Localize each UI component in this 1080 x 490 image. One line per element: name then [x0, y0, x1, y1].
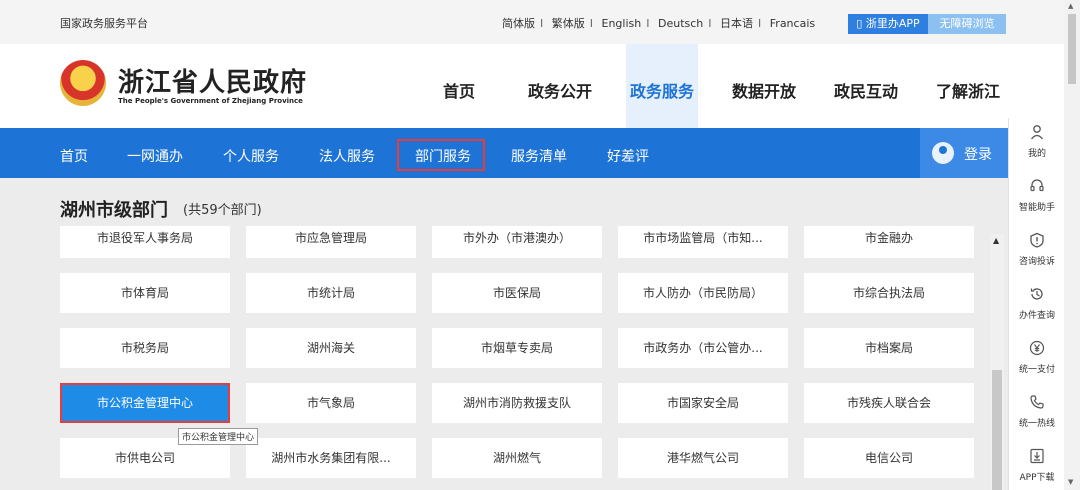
headset-icon	[1009, 178, 1065, 198]
department-cell[interactable]: 市档案局	[804, 328, 974, 368]
login-button[interactable]: 登录	[920, 128, 1008, 178]
sub-nav-home[interactable]: 首页	[60, 146, 88, 166]
lang-french[interactable]: Francais	[770, 17, 815, 30]
lang-simplified[interactable]: 简体版	[502, 17, 535, 30]
page-scrollbar-thumb[interactable]	[1068, 14, 1076, 84]
page-scrollbar[interactable]: ▲ ▼	[1064, 0, 1080, 490]
history-icon	[1009, 286, 1065, 306]
sub-nav-corporate[interactable]: 法人服务	[319, 146, 375, 166]
sub-nav-personal[interactable]: 个人服务	[223, 146, 279, 166]
section-count: (共59个部门)	[183, 203, 262, 218]
main-nav-interaction[interactable]: 政民互动	[834, 78, 898, 102]
table-row: 市退役军人事务局 市应急管理局 市外办（市港澳办） 市市场监管局（市知... 市…	[60, 226, 976, 258]
department-cell[interactable]: 湖州海关	[246, 328, 416, 368]
main-nav-gov-affairs[interactable]: 政务公开	[528, 78, 592, 102]
scroll-up-arrow-icon[interactable]: ▲	[993, 236, 999, 245]
sub-nav-service-list[interactable]: 服务清单	[511, 146, 567, 166]
department-cell[interactable]: 湖州市水务集团有限...	[246, 438, 416, 478]
side-item-mine[interactable]: 我的	[1009, 124, 1065, 159]
department-cell[interactable]: 市市场监管局（市知...	[618, 226, 788, 258]
department-cell[interactable]: 市外办（市港澳办）	[432, 226, 602, 258]
department-cell[interactable]: 电信公司	[804, 438, 974, 478]
app-download-button[interactable]: ▯ 浙里办APP	[848, 14, 928, 34]
login-label: 登录	[964, 147, 992, 163]
table-row: 市公积金管理中心 市气象局 湖州市消防救援支队 市国家安全局 市残疾人联合会	[60, 383, 976, 423]
main-nav-about[interactable]: 了解浙江	[936, 78, 1000, 102]
table-row: 市体育局 市统计局 市医保局 市人防办（市民防局） 市综合执法局	[60, 273, 976, 313]
top-bar: 国家政务服务平台 简体版 I 繁体版 I English I Deutsch I 日本语…	[0, 0, 1064, 44]
department-cell[interactable]: 市国家安全局	[618, 383, 788, 423]
section-title: 湖州市级部门	[60, 200, 168, 221]
department-cell[interactable]: 市综合执法局	[804, 273, 974, 313]
department-cell[interactable]: 市烟草专卖局	[432, 328, 602, 368]
side-item-app-download[interactable]: APP下载	[1009, 448, 1065, 483]
grid-scrollbar-thumb[interactable]	[992, 370, 1002, 490]
department-cell[interactable]: 市金融办	[804, 226, 974, 258]
department-cell[interactable]: 市人防办（市民防局）	[618, 273, 788, 313]
department-cell-selected[interactable]: 市公积金管理中心	[60, 383, 230, 423]
platform-link[interactable]: 国家政务服务平台	[60, 15, 148, 31]
user-icon	[1009, 124, 1065, 144]
page-scroll-down-icon[interactable]: ▼	[1068, 478, 1073, 486]
user-avatar-icon	[932, 142, 954, 164]
department-section: 湖州市级部门 (共59个部门) 市退役军人事务局 市应急管理局 市外办（市港澳办…	[0, 178, 1008, 490]
department-cell[interactable]: 市退役军人事务局	[60, 226, 230, 258]
lang-english[interactable]: English	[602, 17, 642, 30]
yen-icon	[1009, 340, 1065, 360]
lang-traditional[interactable]: 繁体版	[552, 17, 585, 30]
lang-german[interactable]: Deutsch	[658, 17, 703, 30]
page-scroll-up-icon[interactable]: ▲	[1068, 2, 1073, 10]
main-nav-gov-services[interactable]: 政务服务	[630, 78, 694, 102]
department-cell[interactable]: 市体育局	[60, 273, 230, 313]
tooltip: 市公积金管理中心	[178, 428, 259, 445]
side-item-payment[interactable]: 统一支付	[1009, 340, 1065, 375]
department-cell[interactable]: 湖州燃气	[432, 438, 602, 478]
phone-icon	[1009, 394, 1065, 414]
side-item-assistant[interactable]: 智能助手	[1009, 178, 1065, 213]
sub-nav-review[interactable]: 好差评	[607, 146, 649, 166]
department-cell[interactable]: 港华燃气公司	[618, 438, 788, 478]
main-nav-home[interactable]: 首页	[443, 78, 475, 102]
lang-japanese[interactable]: 日本语	[720, 17, 753, 30]
department-cell[interactable]: 市统计局	[246, 273, 416, 313]
side-item-query[interactable]: 办件查询	[1009, 286, 1065, 321]
main-nav-open-data[interactable]: 数据开放	[732, 78, 796, 102]
alert-icon	[1009, 232, 1065, 252]
department-cell[interactable]: 市政务办（市公管办...	[618, 328, 788, 368]
department-cell[interactable]: 市残疾人联合会	[804, 383, 974, 423]
national-emblem-logo	[60, 60, 106, 106]
sub-nav-one-stop[interactable]: 一网通办	[127, 146, 183, 166]
table-row: 市税务局 湖州海关 市烟草专卖局 市政务办（市公管办... 市档案局	[60, 328, 976, 368]
accessible-browse-button[interactable]: 无障碍浏览	[928, 14, 1006, 34]
site-title[interactable]: 浙江省人民政府	[118, 62, 307, 99]
side-item-complaint[interactable]: 咨询投诉	[1009, 232, 1065, 267]
sub-nav-department[interactable]: 部门服务	[415, 146, 471, 166]
department-cell[interactable]: 市医保局	[432, 273, 602, 313]
department-cell[interactable]: 市应急管理局	[246, 226, 416, 258]
sub-nav: 首页 一网通办 个人服务 法人服务 部门服务 服务清单 好差评 登录	[0, 128, 1008, 178]
site-subtitle: The People's Government of Zhejiang Prov…	[118, 97, 303, 105]
department-grid: 市退役军人事务局 市应急管理局 市外办（市港澳办） 市市场监管局（市知... 市…	[60, 226, 976, 490]
side-toolbar: 我的 智能助手 咨询投诉 办件查询 统一支付 统一热线 APP下载	[1008, 118, 1064, 490]
language-switcher: 简体版 I 繁体版 I English I Deutsch I 日本语 I Francai…	[502, 17, 816, 30]
side-item-hotline[interactable]: 统一热线	[1009, 394, 1065, 429]
department-cell[interactable]: 湖州市消防救援支队	[432, 383, 602, 423]
grid-scrollbar[interactable]: ▲	[990, 234, 1004, 490]
download-icon	[1009, 448, 1065, 468]
department-cell[interactable]: 市税务局	[60, 328, 230, 368]
department-cell[interactable]: 市气象局	[246, 383, 416, 423]
